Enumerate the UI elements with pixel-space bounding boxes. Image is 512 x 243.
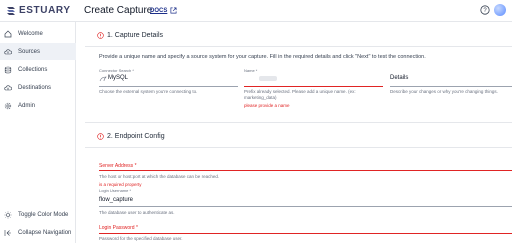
sidebar-item-label: Toggle Color Mode <box>18 211 69 218</box>
name-error: please provide a name <box>244 103 290 108</box>
login-password-input[interactable] <box>99 233 512 234</box>
sun-icon <box>4 211 12 218</box>
sidebar-item-collections[interactable]: Collections <box>0 61 76 78</box>
sidebar-item-admin[interactable]: Admin <box>0 97 76 114</box>
name-label: Name * <box>244 68 258 73</box>
login-password-helper: Password for the specified database user… <box>99 236 183 241</box>
sidebar-item-label: Collapse Navigation <box>18 229 72 236</box>
server-address-helper: The host or host:port at which the datab… <box>99 174 220 179</box>
endpoint-config-header[interactable]: 2. Endpoint Config <box>97 133 165 140</box>
docs-label: DOCS <box>150 7 168 14</box>
divider <box>85 122 512 123</box>
server-address-input[interactable] <box>99 170 512 171</box>
sidebar-item-welcome[interactable]: Welcome <box>0 25 76 42</box>
sidebar-item-label: Collections <box>18 66 48 73</box>
sidebar: Welcome Sources Collections Destinations… <box>0 22 76 243</box>
docs-link[interactable]: DOCS <box>150 7 177 14</box>
estuary-logo[interactable]: ESTUARY <box>6 5 71 16</box>
estuary-logo-icon <box>7 6 15 15</box>
main-content: 1. Capture Details Provide a unique name… <box>77 22 512 243</box>
divider <box>85 46 512 47</box>
details-helper: Describe your changes or why you're chan… <box>390 89 498 94</box>
error-icon <box>97 133 104 140</box>
name-prefix[interactable] <box>259 76 277 81</box>
collapse-navigation-button[interactable]: Collapse Navigation <box>0 224 76 241</box>
error-icon <box>97 32 104 39</box>
name-helper: Prefix already selected. Please add a un… <box>244 89 356 100</box>
capture-details-header[interactable]: 1. Capture Details <box>97 32 163 39</box>
avatar[interactable] <box>494 4 506 16</box>
sidebar-item-label: Welcome <box>18 30 43 37</box>
database-icon <box>4 66 12 73</box>
connector-underline <box>99 86 238 87</box>
details-underline <box>390 86 512 87</box>
capture-intro: Provide a unique name and specify a sour… <box>99 54 426 60</box>
section-title: 1. Capture Details <box>107 32 164 39</box>
details-input[interactable]: Details <box>390 75 408 81</box>
login-username-underline <box>99 206 512 207</box>
home-icon <box>4 30 12 37</box>
login-username-label: Login Username * <box>99 188 132 193</box>
app-header: ESTUARY Create Capture DOCS ? <box>0 0 512 22</box>
login-username-helper: The database user to authenticate as. <box>99 210 175 215</box>
help-icon[interactable]: ? <box>480 5 490 15</box>
mysql-icon <box>99 76 107 82</box>
login-password-label: Login Password * <box>99 225 138 231</box>
page-title: Create Capture <box>84 5 153 16</box>
divider <box>85 147 512 148</box>
gear-icon <box>4 102 12 109</box>
cloud-upload-icon <box>4 48 12 54</box>
sidebar-item-label: Destinations <box>18 84 52 91</box>
sidebar-item-label: Sources <box>18 48 41 55</box>
sidebar-item-label: Admin <box>18 102 36 109</box>
sidebar-item-destinations[interactable]: Destinations <box>0 79 76 96</box>
external-link-icon <box>170 7 177 14</box>
server-address-error: is a required property <box>99 182 142 187</box>
connector-helper: Choose the external system you're connec… <box>99 89 198 94</box>
name-field[interactable] <box>244 86 383 87</box>
svg-text:?: ? <box>483 8 487 14</box>
login-username-input[interactable]: flow_capture <box>99 197 133 203</box>
connector-label: Connector Search * <box>99 68 134 73</box>
collapse-icon <box>4 229 11 236</box>
sidebar-item-sources[interactable]: Sources <box>0 43 76 60</box>
server-address-label: Server Address * <box>99 163 137 169</box>
toggle-color-mode-button[interactable]: Toggle Color Mode <box>0 206 76 223</box>
logo-text: ESTUARY <box>19 5 71 16</box>
cloud-download-icon <box>4 84 12 90</box>
section-title: 2. Endpoint Config <box>107 133 165 140</box>
connector-search-input[interactable]: MySQL <box>108 75 128 81</box>
